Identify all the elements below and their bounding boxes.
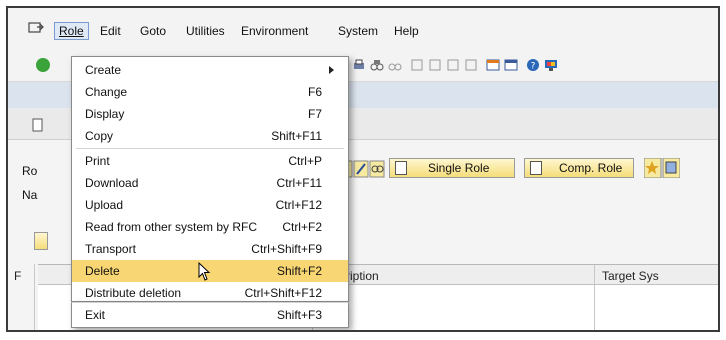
menu-item-display[interactable]: Display F7 xyxy=(72,103,348,125)
document-icon xyxy=(395,161,407,175)
first-page-icon[interactable] xyxy=(410,58,424,72)
role-field-label: Ro xyxy=(22,164,38,178)
previous-page-icon[interactable] xyxy=(428,58,442,72)
left-tool-button[interactable] xyxy=(34,232,48,250)
column-header-target-system[interactable]: Target Sys xyxy=(602,269,659,283)
menu-item-read-from-other-system[interactable]: Read from other system by RFC Ctrl+F2 xyxy=(72,216,348,238)
last-page-icon[interactable] xyxy=(464,58,478,72)
enter-icon[interactable] xyxy=(36,58,50,72)
menubar: Role Edit Goto Utilities Environment Sys… xyxy=(8,8,718,48)
customize-layout-icon[interactable] xyxy=(544,58,558,72)
menu-goto[interactable]: Goto xyxy=(140,24,166,38)
menu-item-change[interactable]: Change F6 xyxy=(72,81,348,103)
menu-item-distribute-deletion[interactable]: Distribute deletion Ctrl+Shift+F12 xyxy=(72,282,348,302)
find-icon[interactable] xyxy=(370,58,384,72)
menu-system[interactable]: System xyxy=(338,24,378,38)
menu-separator xyxy=(76,148,344,149)
create-session-icon[interactable] xyxy=(486,58,500,72)
print-icon[interactable] xyxy=(352,58,366,72)
mouse-cursor-icon xyxy=(198,262,211,281)
menu-item-download[interactable]: Download Ctrl+F11 xyxy=(72,172,348,194)
menu-item-exit[interactable]: Exit Shift+F3 xyxy=(72,304,348,326)
composite-role-button[interactable]: Comp. Role xyxy=(524,158,634,178)
name-field-label: Na xyxy=(22,188,38,202)
menu-item-print[interactable]: Print Ctrl+P xyxy=(72,150,348,172)
find-next-icon[interactable] xyxy=(388,58,402,72)
menu-item-copy[interactable]: Copy Shift+F11 xyxy=(72,125,348,147)
menu-edit[interactable]: Edit xyxy=(100,24,121,38)
role-tools-icons[interactable] xyxy=(644,158,680,178)
document-icon[interactable] xyxy=(32,118,44,132)
submenu-arrow-icon xyxy=(329,66,334,74)
role-menu-dropdown-tail: Exit Shift+F3 xyxy=(71,302,349,328)
menu-item-upload[interactable]: Upload Ctrl+F12 xyxy=(72,194,348,216)
menu-environment[interactable]: Environment xyxy=(241,24,308,38)
column-divider xyxy=(594,265,595,330)
sap-window: Role Edit Goto Utilities Environment Sys… xyxy=(6,6,720,332)
shortcut-icon[interactable] xyxy=(504,58,518,72)
help-icon[interactable]: ? xyxy=(526,58,540,72)
menu-item-transport[interactable]: Transport Ctrl+Shift+F9 xyxy=(72,238,348,260)
next-page-icon[interactable] xyxy=(446,58,460,72)
document-icon xyxy=(530,161,542,175)
menu-utilities[interactable]: Utilities xyxy=(186,24,225,38)
menu-help[interactable]: Help xyxy=(394,24,419,38)
svg-text:?: ? xyxy=(531,62,536,72)
column-divider xyxy=(34,264,35,330)
column-header-first[interactable]: F xyxy=(14,269,21,283)
single-role-button[interactable]: Single Role xyxy=(389,158,515,178)
menu-item-create[interactable]: Create xyxy=(72,59,348,81)
menu-role[interactable]: Role xyxy=(54,22,89,40)
system-menu-icon[interactable] xyxy=(28,22,44,34)
